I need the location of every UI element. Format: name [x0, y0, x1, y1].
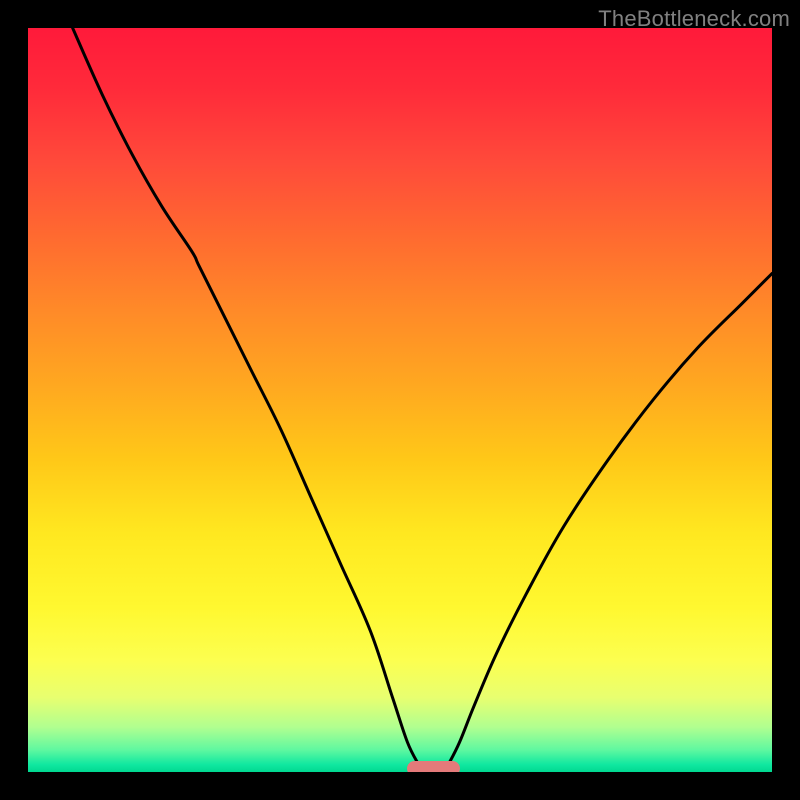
plot-area	[28, 28, 772, 772]
right-curve	[448, 274, 772, 765]
curve-layer	[28, 28, 772, 772]
bottom-marker	[407, 761, 459, 772]
left-curve	[73, 28, 419, 765]
chart-container: TheBottleneck.com	[0, 0, 800, 800]
